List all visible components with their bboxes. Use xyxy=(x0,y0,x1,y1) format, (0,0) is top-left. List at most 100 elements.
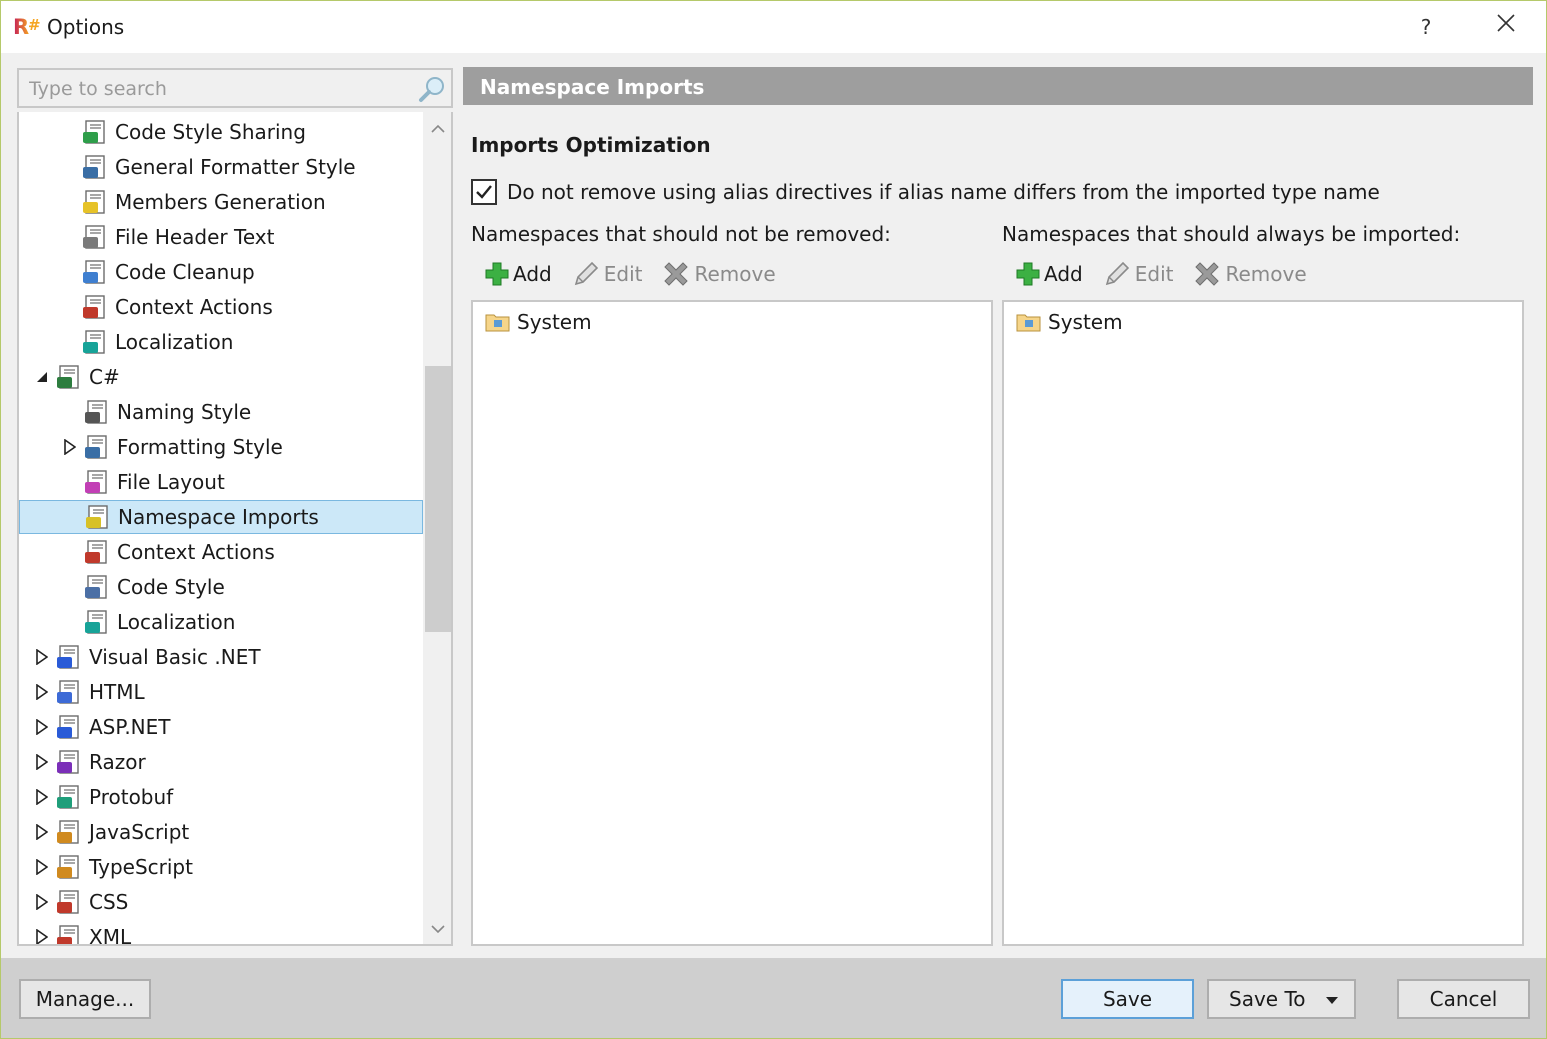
tree-item-label: File Header Text xyxy=(115,225,275,249)
chevron-down-icon xyxy=(431,925,445,934)
expanded-arrow-icon[interactable] xyxy=(33,360,51,394)
search-input[interactable] xyxy=(27,76,407,102)
tree-item[interactable]: Code Style Sharing xyxy=(59,115,306,149)
tree-item-label: Code Cleanup xyxy=(115,260,255,284)
tree-item-label: Protobuf xyxy=(89,785,174,809)
checkmark-icon xyxy=(476,185,492,199)
not-removed-add-button[interactable]: Add xyxy=(485,262,552,286)
not-removed-listbox[interactable]: System xyxy=(471,300,993,946)
tree-item[interactable]: Visual Basic .NET xyxy=(33,640,261,674)
scroll-up-button[interactable] xyxy=(423,116,451,142)
tree-item[interactable]: Code Cleanup xyxy=(59,255,255,289)
always-imported-listbox[interactable]: System xyxy=(1002,300,1524,946)
title-bar: R # Options ? xyxy=(1,1,1546,53)
not-removed-edit-button[interactable]: Edit xyxy=(572,260,642,288)
tree-item-label: Context Actions xyxy=(117,540,275,564)
tree-item[interactable]: Formatting Style xyxy=(61,430,283,464)
list-item-label: System xyxy=(1048,310,1123,334)
collapsed-arrow-icon[interactable] xyxy=(33,815,51,849)
always-imported-remove-button[interactable]: Remove xyxy=(1193,260,1307,288)
tree-item[interactable]: HTML xyxy=(33,675,145,709)
tree-item[interactable]: General Formatter Style xyxy=(59,150,356,184)
tree-item[interactable]: Localization xyxy=(61,605,235,639)
javascript-icon xyxy=(55,818,83,846)
collapsed-arrow-icon[interactable] xyxy=(33,710,51,744)
collapsed-arrow-icon[interactable] xyxy=(33,920,51,944)
save-to-button[interactable]: Save To xyxy=(1207,979,1356,1019)
tree-item[interactable]: Context Actions xyxy=(61,535,275,569)
tree-item-label: ASP.NET xyxy=(89,715,171,739)
list-item[interactable]: System xyxy=(1016,310,1123,334)
tree-item[interactable]: File Header Text xyxy=(59,220,274,254)
code-style-icon xyxy=(83,573,111,601)
tree-item-label: General Formatter Style xyxy=(115,155,356,179)
collapsed-arrow-icon[interactable] xyxy=(33,675,51,709)
collapsed-arrow-icon[interactable] xyxy=(33,885,51,919)
scroll-down-button[interactable] xyxy=(423,916,451,942)
collapsed-arrow-icon[interactable] xyxy=(33,640,51,674)
tree-item-label: Namespace Imports xyxy=(118,505,319,529)
tree-item[interactable]: Localization xyxy=(59,325,233,359)
always-imported-add-button[interactable]: Add xyxy=(1016,262,1083,286)
tree-item-label: Formatting Style xyxy=(117,435,283,459)
list-item[interactable]: System xyxy=(485,310,592,334)
vb-icon xyxy=(55,643,83,671)
tree-item[interactable]: Namespace Imports xyxy=(19,500,423,534)
tree-item[interactable]: Code Style xyxy=(61,570,225,604)
alias-directive-checkbox-row[interactable]: Do not remove using alias directives if … xyxy=(471,179,1380,205)
tree-item-label: TypeScript xyxy=(89,855,193,879)
file-layout-icon xyxy=(83,468,111,496)
tree-item[interactable]: C# xyxy=(33,360,120,394)
tree-item-label: Localization xyxy=(117,610,236,634)
tree-item[interactable]: CSS xyxy=(33,885,128,919)
tree-item[interactable]: XML xyxy=(33,920,131,944)
save-button[interactable]: Save xyxy=(1061,979,1194,1019)
not-removed-remove-button[interactable]: Remove xyxy=(662,260,776,288)
always-imported-label: Namespaces that should always be importe… xyxy=(1002,222,1461,246)
cancel-button[interactable]: Cancel xyxy=(1397,979,1530,1019)
file-header-icon xyxy=(81,223,109,251)
remove-label: Remove xyxy=(694,262,776,286)
save-to-label: Save To xyxy=(1229,987,1306,1011)
typescript-icon xyxy=(55,853,83,881)
close-button[interactable] xyxy=(1486,9,1526,45)
tree-item-label: Localization xyxy=(115,330,234,354)
tree-item[interactable]: TypeScript xyxy=(33,850,193,884)
tree-item[interactable]: Members Generation xyxy=(59,185,326,219)
not-removed-label: Namespaces that should not be removed: xyxy=(471,222,891,246)
collapsed-arrow-icon[interactable] xyxy=(33,780,51,814)
manage-button[interactable]: Manage... xyxy=(19,979,151,1019)
tree-item-label: Naming Style xyxy=(117,400,252,424)
dropdown-arrow-icon[interactable] xyxy=(1326,997,1338,1005)
css-icon xyxy=(55,888,83,916)
tree-item[interactable]: Context Actions xyxy=(59,290,273,324)
tree-item[interactable]: Protobuf xyxy=(33,780,173,814)
collapsed-arrow-icon[interactable] xyxy=(33,745,51,779)
tree-scrollbar[interactable] xyxy=(423,112,451,944)
options-window: R # Options ? XML CSS TypeScript JavaScript… xyxy=(0,0,1547,1039)
naming-style-icon xyxy=(83,398,111,426)
tree-item[interactable]: File Layout xyxy=(61,465,225,499)
tree-item[interactable]: Razor xyxy=(33,745,146,779)
remove-icon xyxy=(664,262,689,286)
scroll-thumb[interactable] xyxy=(425,366,451,632)
tree-item[interactable]: ASP.NET xyxy=(33,710,171,744)
help-button[interactable]: ? xyxy=(1406,9,1446,45)
collapsed-arrow-icon[interactable] xyxy=(33,850,51,884)
tree-item[interactable]: JavaScript xyxy=(33,815,189,849)
add-label: Add xyxy=(513,262,552,286)
always-imported-edit-button[interactable]: Edit xyxy=(1103,260,1173,288)
tree-item[interactable]: Naming Style xyxy=(61,395,251,429)
collapsed-arrow-icon[interactable] xyxy=(61,430,79,464)
svg-text:R: R xyxy=(13,15,29,38)
add-icon xyxy=(485,262,509,286)
always-imported-toolbar: Add Edit Remove xyxy=(1016,256,1327,292)
chevron-up-icon xyxy=(431,124,445,133)
alias-directive-checkbox[interactable] xyxy=(471,179,497,205)
